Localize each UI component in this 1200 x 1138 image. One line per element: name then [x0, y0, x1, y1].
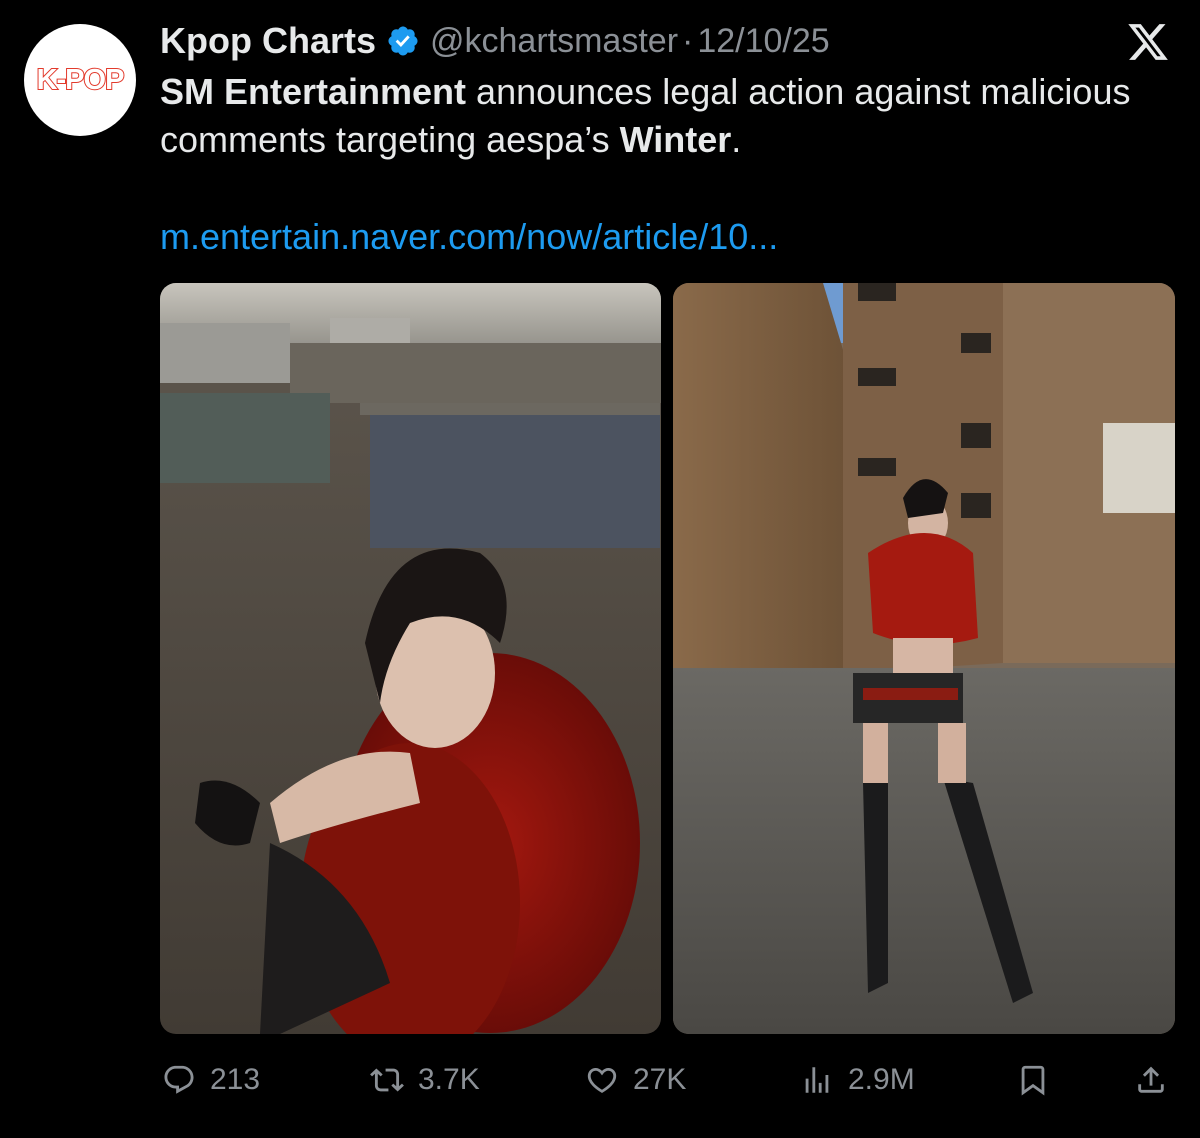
views-icon	[805, 1067, 829, 1093]
views-count: 2.9M	[848, 1063, 915, 1096]
tweet-header: Kpop Charts @kchartsmaster · 12/10/25	[160, 16, 830, 66]
verified-badge-icon	[388, 26, 418, 56]
photo-2-image	[673, 283, 1175, 1034]
share-icon	[1138, 1066, 1164, 1093]
x-logo-icon	[1128, 24, 1168, 60]
avatar[interactable]: K-POP	[24, 24, 136, 136]
repost-count: 3.7K	[418, 1063, 480, 1096]
handle[interactable]: @kchartsmaster	[430, 22, 678, 61]
display-name[interactable]: Kpop Charts	[160, 20, 376, 62]
tweet-text-bold-entity: SM Entertainment	[160, 71, 467, 112]
reply-count: 213	[210, 1063, 261, 1096]
avatar-logo-text: K-POP	[36, 63, 126, 97]
tweet: K-POP Kpop Charts @kchartsmaster · 12/10…	[0, 0, 1200, 1138]
separator-dot: ·	[682, 21, 694, 60]
repost-icon	[370, 1068, 404, 1092]
article-link[interactable]: m.entertain.naver.com/now/article/10...	[160, 216, 778, 258]
bookmark-button[interactable]	[1016, 1063, 1050, 1097]
reply-button[interactable]: 213	[162, 1063, 260, 1097]
tweet-text-end: .	[731, 119, 742, 160]
tweet-actions: 213 3.7K 27K 2.9M	[160, 1052, 1180, 1108]
tweet-text-bold-name: Winter	[619, 119, 732, 160]
views-button[interactable]: 2.9M	[800, 1063, 915, 1097]
reply-icon	[164, 1065, 194, 1094]
like-icon	[587, 1067, 617, 1093]
like-button[interactable]: 27K	[585, 1063, 686, 1097]
share-button[interactable]	[1134, 1063, 1168, 1097]
like-count: 27K	[633, 1063, 687, 1096]
tweet-photo-1[interactable]	[160, 283, 661, 1034]
photo-1-image	[160, 283, 661, 1034]
tweet-photo-2[interactable]	[673, 283, 1175, 1034]
repost-button[interactable]: 3.7K	[370, 1063, 480, 1097]
bookmark-icon	[1021, 1065, 1045, 1096]
tweet-text: SM Entertainment announces legal action …	[160, 68, 1160, 164]
tweet-date[interactable]: 12/10/25	[697, 22, 829, 61]
